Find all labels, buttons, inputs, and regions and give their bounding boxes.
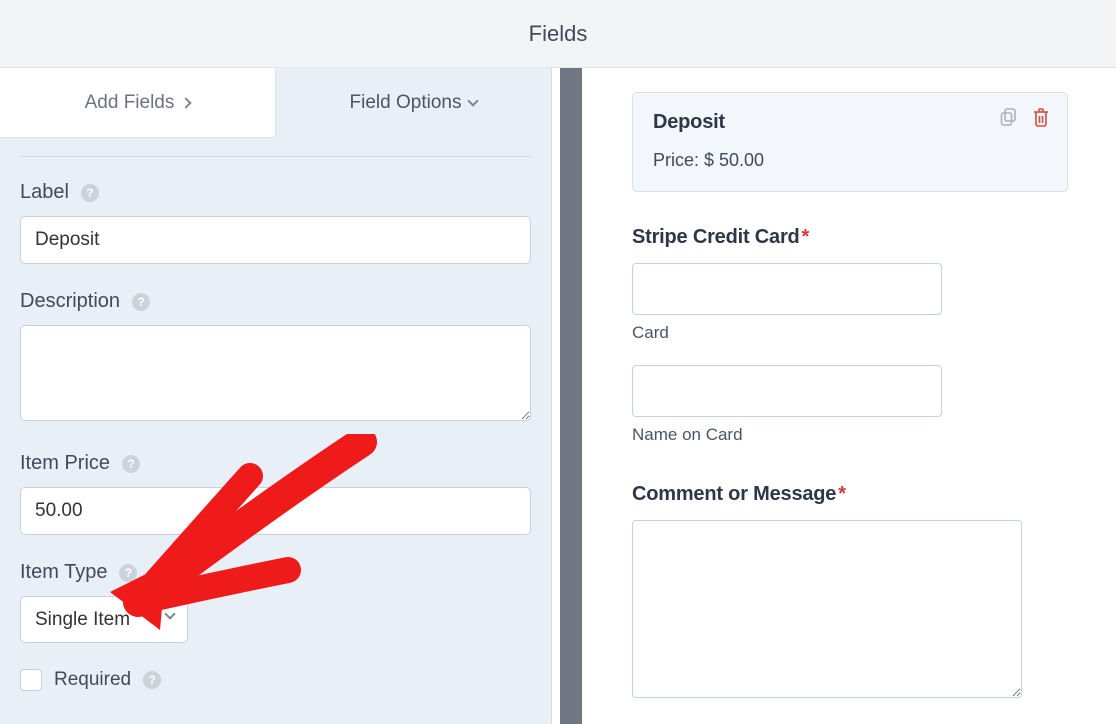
page-title: Fields bbox=[529, 21, 588, 47]
preview-comment-section: Comment or Message* bbox=[632, 483, 1068, 703]
card-actions bbox=[999, 107, 1051, 127]
card-price: Price: $ 50.00 bbox=[653, 150, 1047, 171]
separator bbox=[20, 156, 531, 157]
card-title: Deposit bbox=[653, 111, 1047, 134]
required-checkbox[interactable] bbox=[20, 669, 42, 691]
required-star: * bbox=[838, 483, 846, 505]
help-icon[interactable]: ? bbox=[81, 184, 99, 202]
name-sublabel: Name on Card bbox=[632, 425, 1068, 445]
label-title: Label bbox=[20, 181, 69, 204]
description-title: Description bbox=[20, 290, 120, 313]
duplicate-icon[interactable] bbox=[999, 107, 1019, 127]
item-type-title: Item Type bbox=[20, 561, 107, 584]
stripe-card-input[interactable] bbox=[632, 263, 942, 315]
tab-label: Add Fields bbox=[85, 92, 175, 114]
group-item-price: Item Price ? bbox=[20, 452, 531, 535]
chevron-right-icon bbox=[181, 97, 192, 108]
group-required: Required ? bbox=[20, 669, 531, 691]
preview-field-card[interactable]: Deposit Price: $ 50.00 bbox=[632, 92, 1068, 192]
group-item-type: Item Type ? Single Item bbox=[20, 561, 531, 643]
preview-panel: Deposit Price: $ 50.00 Stripe Credit Car… bbox=[582, 68, 1116, 724]
comment-label: Comment or Message* bbox=[632, 483, 1068, 506]
tab-add-fields[interactable]: Add Fields bbox=[0, 68, 276, 138]
help-icon[interactable]: ? bbox=[132, 293, 150, 311]
comment-textarea[interactable] bbox=[632, 520, 1022, 698]
tab-field-options[interactable]: Field Options bbox=[276, 68, 551, 138]
help-icon[interactable]: ? bbox=[119, 564, 137, 582]
help-icon[interactable]: ? bbox=[122, 455, 140, 473]
tab-label: Field Options bbox=[350, 92, 462, 114]
card-sublabel: Card bbox=[632, 323, 1068, 343]
item-type-select-wrap[interactable]: Single Item bbox=[20, 596, 188, 643]
panel-divider[interactable] bbox=[552, 68, 582, 724]
chevron-down-icon bbox=[468, 95, 479, 106]
stripe-name-input[interactable] bbox=[632, 365, 942, 417]
item-price-title: Item Price bbox=[20, 452, 110, 475]
required-star: * bbox=[802, 226, 810, 248]
trash-icon[interactable] bbox=[1031, 107, 1051, 127]
item-type-select[interactable]: Single Item bbox=[20, 596, 188, 643]
group-label: Label ? bbox=[20, 181, 531, 264]
topbar: Fields bbox=[0, 0, 1116, 68]
item-price-input[interactable] bbox=[20, 487, 531, 535]
group-description: Description ? bbox=[20, 290, 531, 426]
tabs: Add Fields Field Options bbox=[0, 68, 551, 138]
description-input[interactable] bbox=[20, 325, 531, 421]
stripe-label: Stripe Credit Card* bbox=[632, 226, 1068, 249]
preview-stripe-section: Stripe Credit Card* Card Name on Card bbox=[632, 226, 1068, 445]
left-panel: Add Fields Field Options Label ? bbox=[0, 68, 552, 724]
field-options-panel: Label ? Description ? Item Price ? bbox=[0, 138, 551, 724]
label-input[interactable] bbox=[20, 216, 531, 264]
required-title: Required bbox=[54, 669, 131, 691]
main: Add Fields Field Options Label ? bbox=[0, 68, 1116, 724]
help-icon[interactable]: ? bbox=[143, 671, 161, 689]
